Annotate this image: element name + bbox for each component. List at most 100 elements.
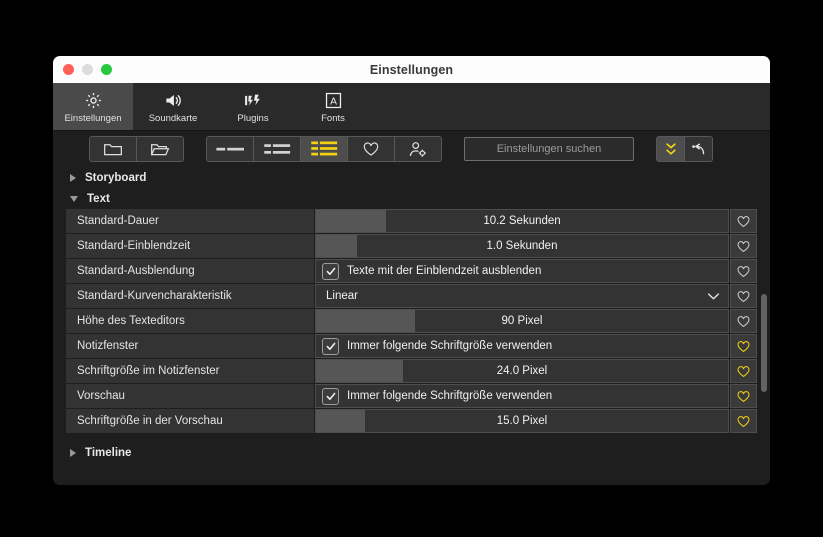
slider-value: 90 Pixel [501,315,543,327]
dropdown-control[interactable]: Linear [315,284,729,308]
heart-icon [737,415,750,427]
letter-a-box-icon: A [324,90,343,111]
slider-control[interactable]: 15.0 Pixel [315,409,729,433]
favorite-toggle[interactable] [730,334,757,358]
vertical-scrollbar[interactable] [761,294,767,392]
search-input[interactable]: Einstellungen suchen [464,137,634,161]
row-label-cell: Standard-Kurvencharakteristik [66,284,314,308]
section-label: Timeline [85,446,132,459]
section-text[interactable]: Text [66,188,757,209]
checkbox-icon[interactable] [322,387,339,405]
list-medium-button[interactable] [254,137,301,161]
row-label: Standard-Kurvencharakteristik [77,290,232,302]
toolbar: Einstellungen suchen [53,131,770,167]
section-label: Text [87,192,110,205]
row-label: Standard-Einblendzeit [77,240,191,252]
row-label-cell: Notizfenster [66,334,314,358]
checkbox-control[interactable]: Texte mit der Einblendzeit ausblenden [315,259,729,283]
row-label: Standard-Dauer [77,215,159,227]
row-label: Vorschau [77,390,125,402]
tab-bar: Einstellungen Soundkarte Plugins A Fonts [53,83,770,131]
slider-control[interactable]: 90 Pixel [315,309,729,333]
favorite-toggle[interactable] [730,359,757,383]
table-row: Schriftgröße in der Vorschau 15.0 Pixel [66,409,757,433]
row-label-cell: Schriftgröße im Notizfenster [66,359,314,383]
user-settings-button[interactable] [395,137,441,161]
tab-label: Soundkarte [148,112,198,124]
table-row: Notizfenster Immer folgende Schriftgröße… [66,334,757,358]
favorite-toggle[interactable] [730,209,757,233]
speaker-icon [163,90,184,111]
chevron-right-icon[interactable] [70,173,76,182]
slider-value: 15.0 Pixel [496,415,548,427]
settings-content: Storyboard Text Standard-Dauer 10.2 Seku… [53,167,770,485]
row-label-cell: Schriftgröße in der Vorschau [66,409,314,433]
favorite-toggle[interactable] [730,259,757,283]
settings-window: Einstellungen Einstellungen Soundkarte P… [53,56,770,485]
slider-value: 1.0 Sekunden [486,240,558,252]
slider-control[interactable]: 24.0 Pixel [315,359,729,383]
favorite-toggle[interactable] [730,309,757,333]
slider-value: 24.0 Pixel [496,365,548,377]
row-label-cell: Vorschau [66,384,314,408]
table-row: Standard-Ausblendung Texte mit der Einbl… [66,259,757,283]
checkbox-icon[interactable] [322,262,339,280]
section-storyboard[interactable]: Storyboard [66,167,757,188]
row-label-cell: Höhe des Texteditors [66,309,314,333]
table-row: Vorschau Immer folgende Schriftgröße ver… [66,384,757,408]
tab-einstellungen[interactable]: Einstellungen [53,83,133,130]
svg-text:A: A [330,96,337,107]
tab-label: Einstellungen [64,112,122,124]
zoom-button[interactable] [101,64,112,75]
chevron-right-icon[interactable] [70,448,76,457]
row-label: Standard-Ausblendung [77,265,195,277]
checkbox-control[interactable]: Immer folgende Schriftgröße verwenden [315,384,729,408]
open-folder-button[interactable] [137,137,183,161]
checkbox-label: Immer folgende Schriftgröße verwenden [347,340,553,352]
favorite-toggle[interactable] [730,409,757,433]
chevron-down-icon [707,292,720,299]
section-timeline[interactable]: Timeline [66,442,757,463]
heart-icon [737,265,750,277]
favorite-toggle[interactable] [730,284,757,308]
slider-control[interactable]: 10.2 Sekunden [315,209,729,233]
heart-icon [737,315,750,327]
tab-label: Fonts [321,112,345,124]
checkbox-label: Texte mit der Einblendzeit ausblenden [347,265,542,277]
checkbox-control[interactable]: Immer folgende Schriftgröße verwenden [315,334,729,358]
window-title: Einstellungen [369,62,454,77]
list-compact-button[interactable] [207,137,254,161]
section-label: Storyboard [85,171,147,184]
row-label: Schriftgröße im Notizfenster [77,365,220,377]
heart-icon [737,290,750,302]
right-button-group [656,136,713,162]
minimize-button[interactable] [82,64,93,75]
checkbox-label: Immer folgende Schriftgröße verwenden [347,390,553,402]
heart-icon [737,390,750,402]
slider-control[interactable]: 1.0 Sekunden [315,234,729,258]
slider-value: 10.2 Sekunden [483,215,561,227]
tab-soundkarte[interactable]: Soundkarte [133,83,213,130]
row-label-cell: Standard-Einblendzeit [66,234,314,258]
tab-label: Plugins [237,112,269,124]
favorite-toggle[interactable] [730,234,757,258]
favorite-toggle[interactable] [730,384,757,408]
tab-fonts[interactable]: A Fonts [293,83,373,130]
chevron-down-icon[interactable] [70,195,78,202]
tab-plugins[interactable]: Plugins [213,83,293,130]
close-button[interactable] [63,64,74,75]
checkbox-icon[interactable] [322,337,339,355]
list-large-button[interactable] [301,137,348,161]
file-button-group [89,136,184,162]
settings-rows: Standard-Dauer 10.2 Sekunden Standard-Ei… [66,209,757,433]
heart-icon [737,365,750,377]
new-folder-button[interactable] [90,137,137,161]
heart-icon [737,215,750,227]
favorites-heart-button[interactable] [348,137,395,161]
view-button-group [206,136,442,162]
collapse-chevrons-button[interactable] [657,137,685,161]
row-label: Schriftgröße in der Vorschau [77,415,223,427]
dropdown-value: Linear [326,290,358,302]
undo-arrow-button[interactable] [685,137,712,161]
plug-lightning-icon [243,90,263,111]
